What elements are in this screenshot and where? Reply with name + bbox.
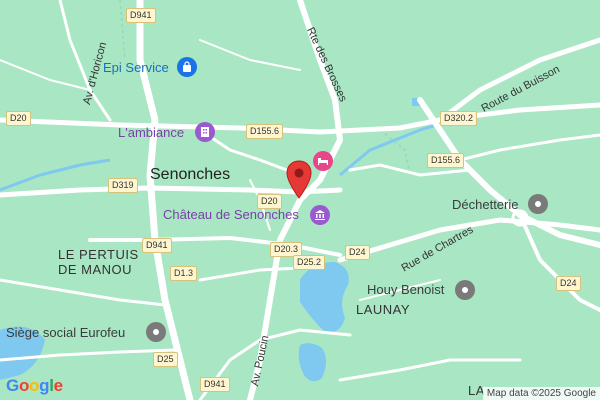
road-shield-d25: D25 (153, 352, 178, 367)
google-logo: Google (6, 376, 63, 395)
poi-label-decheterie[interactable]: Déchetterie (452, 198, 518, 211)
road-shield-d155-6: D155.6 (246, 124, 284, 139)
place-label-launay[interactable]: LAUNAY (356, 303, 410, 316)
water-stream-left (0, 158, 111, 192)
road-shield-d1-3: D1.3 (170, 266, 198, 281)
town-label-senonches[interactable]: Senonches (150, 167, 230, 183)
museum-icon[interactable] (310, 205, 330, 225)
road-shield-d941-bottom: D941 (200, 377, 230, 392)
building-icon[interactable] (195, 122, 215, 142)
shopping-bag-icon[interactable] (177, 57, 197, 77)
bed-icon[interactable] (313, 151, 333, 171)
poi-label-houy-benoist[interactable]: Houy Benoist (367, 283, 444, 296)
poi-label-chateau[interactable]: Château de Senonches (163, 208, 299, 221)
place-label-le-pertuis[interactable]: LE PERTUIS (58, 248, 139, 261)
road-shield-d25-2: D25.2 (293, 255, 326, 270)
map-attribution[interactable]: Map data ©2025 Google (482, 387, 600, 400)
road-shield-d320-2: D320.2 (440, 111, 478, 126)
place-icon-siege-eurofeu[interactable] (146, 322, 166, 342)
road-shield-d319: D319 (108, 178, 138, 193)
road-shield-d24-center: D24 (345, 245, 370, 260)
water-lake (300, 262, 349, 333)
poi-label-epi-service[interactable]: Epi Service (103, 61, 169, 74)
place-label-de-manou[interactable]: DE MANOU (58, 263, 132, 276)
poi-label-siege-eurofeu[interactable]: Siège social Eurofeu (6, 326, 125, 339)
road-shield-d24-right: D24 (556, 276, 581, 291)
map-canvas[interactable]: D941 D20 D155.6 D319 D20 D941 D1.3 D20.3… (0, 0, 600, 400)
road-shield-d941-mid: D941 (142, 238, 172, 253)
water-pond (298, 343, 326, 382)
place-icon-decheterie[interactable] (528, 194, 548, 214)
road-shield-d941-top: D941 (126, 8, 156, 23)
road-shield-d155-6-right: D155.6 (427, 153, 465, 168)
red-map-pin-icon[interactable] (286, 160, 312, 200)
poi-label-lambiance[interactable]: L'ambiance (118, 126, 184, 139)
place-icon-houy-benoist[interactable] (455, 280, 475, 300)
road-shield-d20-left: D20 (6, 111, 31, 126)
